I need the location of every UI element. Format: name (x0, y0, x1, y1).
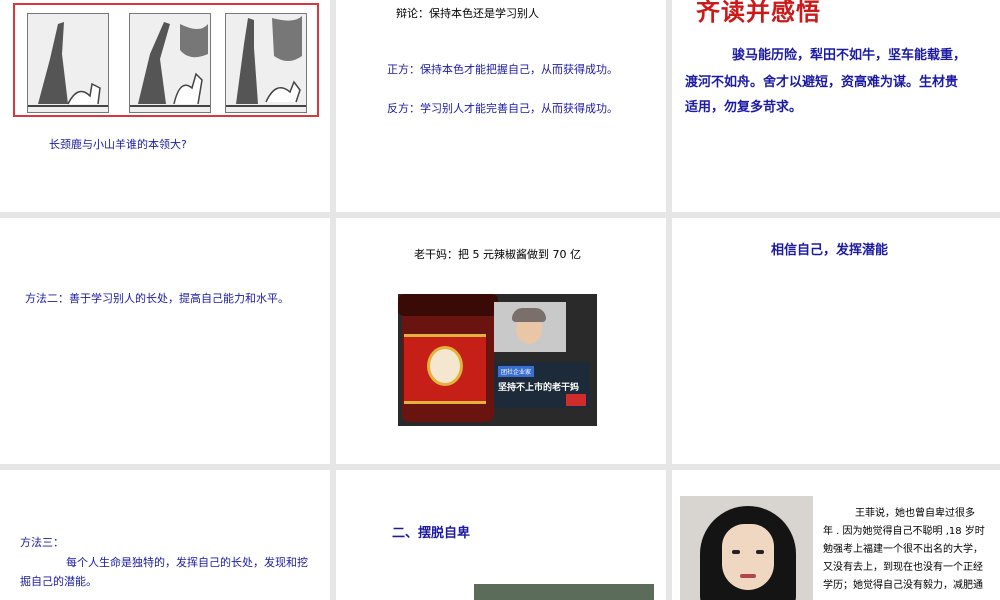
slide3-title: 齐读并感悟 (696, 0, 821, 26)
poem-line-2: 渡河不如舟。舍才以避短，资高难为谋。生材贵 (685, 75, 959, 90)
jar-label-portrait (427, 346, 463, 386)
portrait-left-eye (732, 550, 740, 554)
giraffe-goat-panel-2 (129, 13, 211, 113)
slide-believe[interactable]: 相信自己，发挥潜能 (672, 218, 1000, 464)
debate-title: 辩论：保持本色还是学习别人 (396, 7, 539, 20)
poem-line-1: 骏马能历险，犁田不如牛，坚车能载重， (732, 48, 967, 63)
slide8-heading: 二、摆脱自卑 (392, 526, 471, 541)
poem-line-3: 适用，勿复多苛求。 (685, 100, 803, 115)
jar-lid (398, 294, 498, 316)
debate-con: 反方：学习别人才能完善自己，从而获得成功。 (387, 102, 618, 115)
photo-badge: 团社企业家 (498, 366, 535, 377)
portrait-face (722, 524, 774, 590)
slide-debate[interactable]: 辩论：保持本色还是学习别人 正方：保持本色才能把握自己，从而获得成功。 反方：学… (336, 0, 666, 212)
debate-pro: 正方：保持本色才能把握自己，从而获得成功。 (387, 63, 618, 76)
faye-line-3: 勉强考上福建一个很不出名的大学， (823, 544, 983, 555)
method-three-label: 方法三： (20, 536, 64, 549)
slide-giraffe[interactable]: 长颈鹿与小山羊谁的本领大? (0, 0, 330, 212)
portrait-lips (740, 574, 756, 578)
laoganma-photo: 团社企业家 坚持不上市的老干妈 (398, 294, 597, 426)
photo-headline: 坚持不上市的老干妈 (498, 383, 580, 393)
singer-portrait (680, 496, 813, 600)
method-two-text: 方法二：善于学习别人的长处，提高自己能力和水平。 (25, 292, 289, 305)
giraffe-goat-panel-3 (225, 13, 307, 113)
faye-line-1: 王菲说，她也曾自卑过很多 (855, 508, 975, 519)
scenery-photo (474, 584, 654, 600)
illustration-frame (13, 3, 319, 117)
giraffe-goat-panel-1 (27, 13, 109, 113)
laoganma-title: 老干妈：把 5 元辣椒酱做到 70 亿 (414, 248, 581, 261)
slide-read-aloud[interactable]: 齐读并感悟 骏马能历险，犁田不如牛，坚车能载重， 渡河不如舟。舍才以避短，资高难… (672, 0, 1000, 212)
founder-photo (494, 302, 566, 352)
method-three-line-2: 掘自己的潜能。 (20, 575, 97, 588)
slide-method-two[interactable]: 方法二：善于学习别人的长处，提高自己能力和水平。 (0, 218, 330, 464)
slide1-caption: 长颈鹿与小山羊谁的本领大? (49, 138, 187, 151)
portrait-right-eye (756, 550, 764, 554)
faye-line-4: 又没有去上，到现在也没有一个正经 (823, 562, 983, 573)
faye-line-5: 学历；她觉得自己没有毅力，减肥通 (823, 580, 983, 591)
photo-caption-box: 团社企业家 坚持不上市的老干妈 (494, 362, 590, 408)
slide-method-three[interactable]: 方法三： 每个人生命是独特的，发挥自己的长处，发现和挖 掘自己的潜能。 (0, 470, 330, 600)
faye-line-2: 年 . 因为她觉得自己不聪明 ,18 岁时 (823, 526, 985, 537)
news-logo-icon (566, 394, 586, 406)
slide-inferiority[interactable]: 二、摆脱自卑 (336, 470, 666, 600)
founder-hat (512, 308, 546, 322)
slide6-title: 相信自己，发挥潜能 (771, 243, 889, 258)
method-three-line-1: 每个人生命是独特的，发挥自己的长处，发现和挖 (66, 556, 308, 569)
